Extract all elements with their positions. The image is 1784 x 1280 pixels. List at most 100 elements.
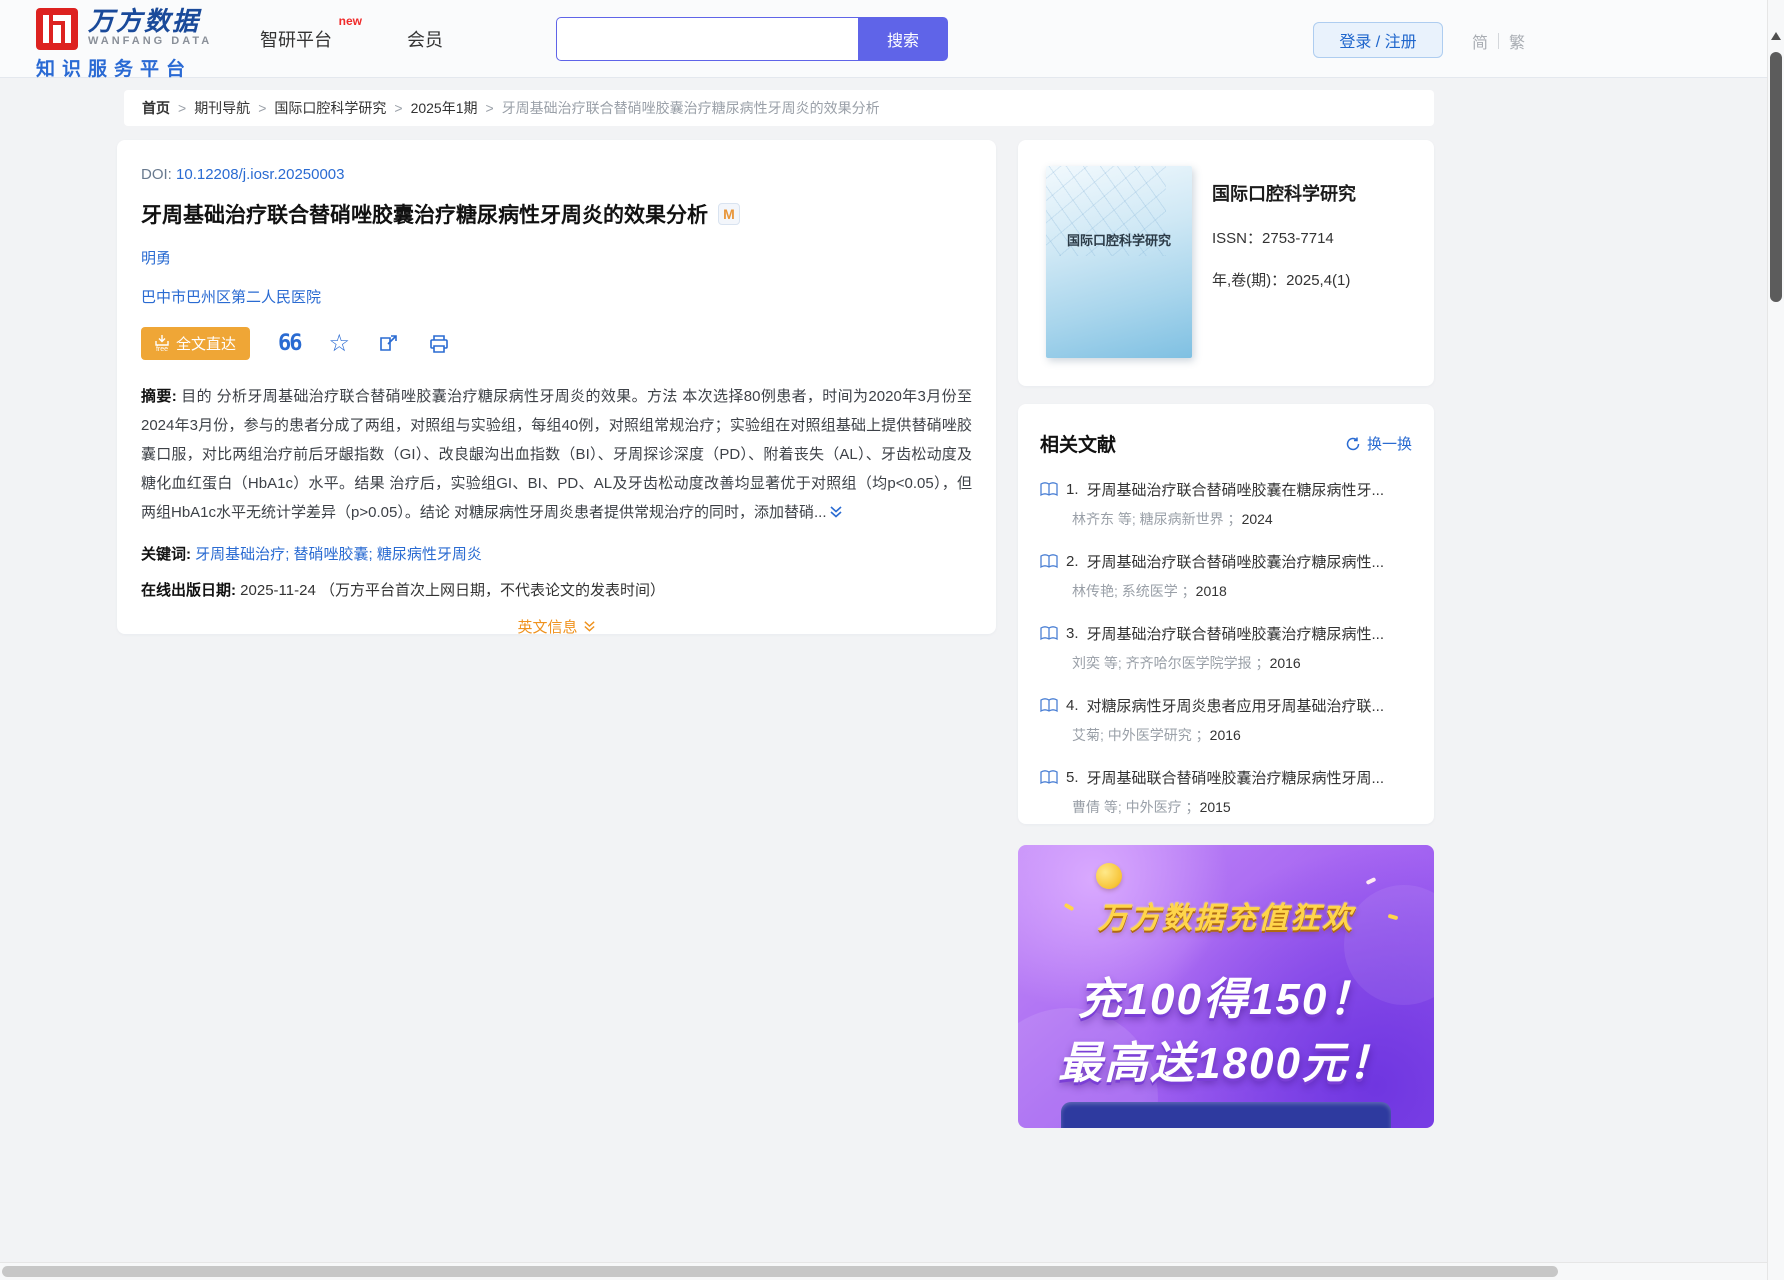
breadcrumb-journal-nav[interactable]: 期刊导航: [194, 98, 250, 118]
article-title-row: 牙周基础治疗联合替硝唑胶囊治疗糖尿病性牙周炎的效果分析 M: [141, 199, 972, 229]
keyword-link[interactable]: 替硝唑胶囊: [294, 546, 369, 563]
abstract: 摘要: 目的 分析牙周基础治疗联合替硝唑胶囊治疗糖尿病性牙周炎的效果。方法 本次…: [141, 382, 972, 529]
brand-name-cn: 万方数据: [88, 6, 201, 36]
related-item-title[interactable]: 1. 牙周基础治疗联合替硝唑胶囊在糖尿病性牙...: [1040, 479, 1412, 500]
pubdate-note: （万方平台首次上网日期，不代表论文的发表时间）: [319, 582, 665, 599]
horizontal-scroll-thumb[interactable]: [2, 1266, 1558, 1277]
cite-icon[interactable]: 66: [278, 332, 302, 355]
related-item-meta: 曹倩 等; 中外医疗 ；2015: [1072, 799, 1231, 815]
confetti: [1365, 877, 1377, 885]
coin-icon: [1096, 863, 1122, 889]
banner-offer-line: 最高送1800元！: [1058, 1039, 1394, 1088]
login-register-button[interactable]: 登录 / 注册: [1313, 22, 1443, 58]
related-item-meta: 艾菊; 中外医学研究 ；2016: [1072, 727, 1241, 743]
journal-volume: 年,卷(期)：2025,4(1): [1212, 272, 1351, 289]
brand-name-en: WANFANG DATA: [88, 35, 213, 47]
breadcrumb-issue[interactable]: 2025年1期: [411, 98, 478, 118]
nav-member[interactable]: 会员: [407, 26, 443, 52]
keyword-separator: ;: [285, 546, 290, 563]
wanfang-logo-icon: [36, 8, 78, 50]
main-nav: 智研平台 new 会员: [260, 0, 443, 78]
pubdate-value: 2025-11-24: [240, 582, 316, 599]
breadcrumb-home[interactable]: 首页: [142, 98, 170, 118]
breadcrumb-separator: >: [258, 100, 267, 116]
book-icon: [1040, 482, 1058, 497]
keywords-label: 关键词:: [141, 546, 191, 563]
keyword-separator: ;: [368, 546, 373, 563]
refresh-related-button[interactable]: 换一换: [1345, 433, 1412, 454]
language-toggle: 简 繁: [1472, 29, 1525, 53]
related-item-title[interactable]: 5. 牙周基础联合替硝唑胶囊治疗糖尿病性牙周...: [1040, 767, 1412, 788]
book-icon: [1040, 626, 1058, 641]
lang-divider: [1498, 33, 1500, 49]
related-item: 2. 牙周基础治疗联合替硝唑胶囊治疗糖尿病性... 林传艳; 系统医学 ；201…: [1040, 551, 1412, 601]
action-toolbar: free 全文直达 66 ☆: [141, 327, 972, 360]
related-literature-card: 相关文献 换一换 1. 牙周基础治疗联合替硝唑胶囊在糖尿病性牙... 林齐东 等…: [1018, 404, 1434, 824]
related-item-meta: 林齐东 等; 糖尿病新世界 ；2024: [1072, 511, 1273, 527]
doi-row: DOI: 10.12208/j.iosr.20250003: [141, 166, 972, 183]
breadcrumb: 首页 > 期刊导航 > 国际口腔科学研究 > 2025年1期 > 牙周基础治疗联…: [124, 90, 1434, 126]
book-icon: [1040, 698, 1058, 713]
breadcrumb-separator: >: [485, 100, 494, 116]
related-item: 5. 牙周基础联合替硝唑胶囊治疗糖尿病性牙周... 曹倩 等; 中外医疗 ；20…: [1040, 767, 1412, 817]
refresh-icon: [1346, 437, 1360, 450]
pubdate-label: 在线出版日期:: [141, 582, 236, 599]
doi-link[interactable]: 10.12208/j.iosr.20250003: [176, 166, 344, 183]
download-icon: free: [155, 334, 169, 353]
affiliation-link[interactable]: 巴中市巴州区第二人民医院: [141, 286, 972, 307]
favorite-star-icon[interactable]: ☆: [329, 329, 351, 358]
banner-title: 万方数据充值狂欢: [1098, 902, 1354, 935]
journal-name[interactable]: 国际口腔科学研究: [1212, 180, 1406, 206]
fulltext-button[interactable]: free 全文直达: [141, 327, 251, 360]
related-item-meta: 林传艳; 系统医学 ；2018: [1072, 583, 1227, 599]
medline-badge[interactable]: M: [718, 203, 740, 225]
related-item: 3. 牙周基础治疗联合替硝唑胶囊治疗糖尿病性... 刘奕 等; 齐齐哈尔医学院学…: [1040, 623, 1412, 673]
abstract-label: 摘要:: [141, 388, 177, 405]
banner-offer-line: 充100得150！: [1077, 975, 1375, 1024]
book-icon: [1040, 554, 1058, 569]
journal-issn: ISSN：2753-7714: [1212, 230, 1334, 247]
print-icon[interactable]: [428, 333, 450, 355]
keyword-link[interactable]: 牙周基础治疗: [195, 546, 285, 563]
journal-cover[interactable]: 国际口腔科学研究: [1046, 166, 1192, 358]
related-item-meta: 刘奕 等; 齐齐哈尔医学院学报 ；2016: [1072, 655, 1301, 671]
chevron-double-down-icon: [583, 621, 595, 632]
search-button[interactable]: 搜索: [858, 17, 948, 61]
author-link[interactable]: 明勇: [141, 247, 972, 268]
nav-zhiyan-platform[interactable]: 智研平台 new: [260, 14, 362, 52]
related-item: 4. 对糖尿病性牙周炎患者应用牙周基础治疗联... 艾菊; 中外医学研究 ；20…: [1040, 695, 1412, 745]
vertical-scroll-thumb[interactable]: [1770, 52, 1782, 302]
share-icon[interactable]: [378, 333, 400, 355]
promo-banner[interactable]: 万方数据充值狂欢 充100得150！ 最高送1800元！: [1018, 845, 1434, 1128]
keyword-link[interactable]: 糖尿病性牙周炎: [377, 546, 482, 563]
article-card: DOI: 10.12208/j.iosr.20250003 牙周基础治疗联合替硝…: [117, 140, 996, 637]
related-item: 1. 牙周基础治疗联合替硝唑胶囊在糖尿病性牙... 林齐东 等; 糖尿病新世界 …: [1040, 479, 1412, 529]
site-logo[interactable]: 万方数据 WANFANG DATA 知识服务平台: [36, 8, 212, 81]
abstract-text: 目的 分析牙周基础治疗联合替硝唑胶囊治疗糖尿病性牙周炎的效果。方法 本次选择80…: [141, 388, 972, 521]
journal-card: 国际口腔科学研究 国际口腔科学研究 ISSN：2753-7714 年,卷(期)：…: [1018, 140, 1434, 386]
scroll-up-arrow-icon[interactable]: [1771, 32, 1781, 40]
horizontal-scrollbar[interactable]: [0, 1262, 1767, 1280]
doi-label: DOI:: [141, 166, 172, 183]
vertical-scrollbar[interactable]: [1767, 0, 1784, 1280]
journal-cover-title: 国际口腔科学研究: [1066, 233, 1171, 248]
breadcrumb-separator: >: [394, 100, 403, 116]
pubdate-row: 在线出版日期: 2025-11-24 （万方平台首次上网日期，不代表论文的发表时…: [141, 579, 972, 600]
related-item-title[interactable]: 2. 牙周基础治疗联合替硝唑胶囊治疗糖尿病性...: [1040, 551, 1412, 572]
breadcrumb-current: 牙周基础治疗联合替硝唑胶囊治疗糖尿病性牙周炎的效果分析: [501, 100, 880, 116]
related-item-title[interactable]: 4. 对糖尿病性牙周炎患者应用牙周基础治疗联...: [1040, 695, 1412, 716]
expand-abstract-icon[interactable]: [829, 500, 843, 529]
search-input[interactable]: [556, 17, 858, 61]
article-title: 牙周基础治疗联合替硝唑胶囊治疗糖尿病性牙周炎的效果分析: [141, 204, 708, 227]
lang-traditional[interactable]: 繁: [1509, 29, 1525, 53]
keywords-row: 关键词: 牙周基础治疗; 替硝唑胶囊; 糖尿病性牙周炎: [141, 543, 972, 564]
related-item-title[interactable]: 3. 牙周基础治疗联合替硝唑胶囊治疗糖尿病性...: [1040, 623, 1412, 644]
lang-simplified[interactable]: 简: [1472, 29, 1488, 53]
breadcrumb-separator: >: [178, 100, 187, 116]
site-header: 万方数据 WANFANG DATA 知识服务平台 智研平台 new 会员 搜索 …: [0, 0, 1784, 81]
english-info-row: 英文信息: [141, 616, 972, 637]
breadcrumb-journal[interactable]: 国际口腔科学研究: [274, 98, 386, 118]
search-bar: 搜索: [556, 17, 948, 61]
english-info-link[interactable]: 英文信息: [517, 616, 595, 637]
banner-action-button[interactable]: [1061, 1102, 1391, 1128]
